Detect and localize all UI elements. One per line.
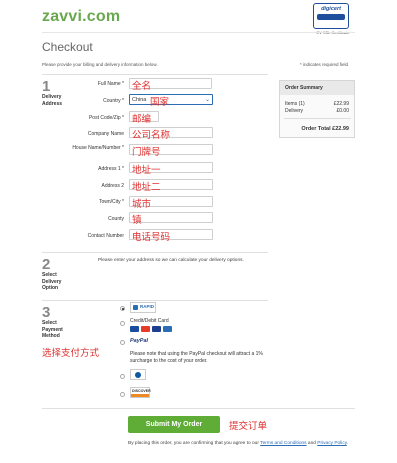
step2-label: Select Delivery Option	[42, 272, 62, 291]
step3-number: 3	[42, 304, 51, 321]
order-summary-title: Order Summary	[280, 81, 354, 95]
items-value: £22.99	[333, 101, 349, 107]
country-select[interactable]: China 国家 ⌄	[129, 94, 213, 108]
town-value: 城市	[132, 199, 152, 210]
diners-radio[interactable]	[120, 374, 125, 379]
maestro-icon	[152, 326, 161, 332]
step2-number: 2	[42, 256, 51, 273]
page-subtitle: Please provide your billing and delivery…	[42, 62, 158, 67]
address2-value: 地址二	[132, 182, 161, 193]
address1-field[interactable]: 地址一	[129, 162, 213, 176]
legal-text: By placing this order, you are confirmin…	[128, 440, 358, 447]
paypal-logo[interactable]: PayPal	[130, 338, 148, 344]
items-label: Items (1)	[285, 101, 305, 107]
order-total: Order Total £22.99	[301, 126, 349, 132]
legal-intro: By placing this order, you are confirmin…	[128, 441, 259, 446]
full-name-value: 全名	[132, 81, 152, 92]
postcode-value: 邮编	[132, 114, 152, 125]
postcode-field[interactable]: 邮编	[129, 111, 159, 125]
company-field[interactable]: 公司名称	[129, 127, 213, 141]
step2-divider	[42, 252, 268, 253]
town-label: Town/City *	[98, 199, 124, 205]
rapid-radio[interactable]	[120, 306, 125, 311]
summary-divider	[284, 118, 351, 119]
submit-order-button[interactable]: Submit My Order	[128, 416, 220, 433]
terms-link[interactable]: Terms and Conditions	[260, 441, 306, 446]
company-value: 公司名称	[132, 130, 171, 141]
contact-field[interactable]: 电话号码	[129, 229, 213, 243]
house-label: House Name/Number *	[72, 145, 124, 151]
county-field[interactable]: 镇	[129, 212, 213, 226]
postcode-label: Post Code/Zip *	[88, 115, 124, 121]
contact-value: 电话号码	[132, 232, 171, 243]
order-summary: Order Summary Items (1) £22.99 Delivery …	[279, 80, 355, 138]
rapid-logo[interactable]: RAPID	[130, 302, 156, 313]
delivery-label: Delivery	[285, 108, 304, 114]
town-field[interactable]: 城市	[129, 196, 213, 210]
paypal-radio[interactable]	[120, 340, 125, 345]
legal-and: and	[307, 441, 316, 446]
address2-field[interactable]: 地址二	[129, 179, 213, 193]
house-value: 门牌号	[132, 147, 161, 158]
legal-end: .	[346, 441, 349, 446]
house-field[interactable]: 门牌号	[129, 144, 213, 158]
county-label: County	[108, 216, 124, 222]
page-title: Checkout	[42, 40, 93, 54]
delivery-value: £0.00	[336, 108, 349, 114]
required-note: * indicates required field	[300, 62, 349, 67]
country-label: Country *	[103, 98, 124, 104]
rapid-label: RAPID	[140, 304, 155, 309]
discover-label: DISCOVER	[132, 389, 151, 393]
digicert-badge: digicert	[313, 3, 349, 29]
company-label: Company Name	[87, 131, 124, 137]
zavvi-logo[interactable]: zavvi.com	[42, 8, 120, 26]
address1-value: 地址一	[132, 165, 161, 176]
mastercard-icon	[141, 326, 150, 332]
visa-icon	[130, 326, 139, 332]
amex-icon	[163, 326, 172, 332]
payment-method-annotation: 选择支付方式	[42, 348, 100, 359]
address2-label: Address 2	[101, 183, 124, 189]
paypal-note: Please note that using the PayPal checko…	[130, 351, 263, 364]
chevron-down-icon: ⌄	[204, 97, 210, 103]
discover-radio[interactable]	[120, 392, 125, 397]
card-label: Credit/Debit Card	[130, 318, 169, 324]
digicert-secured-bar	[317, 14, 345, 20]
contact-label: Contact Number	[87, 233, 124, 239]
card-logos	[130, 326, 176, 333]
header-divider	[42, 32, 355, 33]
submit-divider	[42, 408, 355, 409]
rapid-icon	[133, 305, 138, 310]
submit-annotation: 提交订单	[229, 421, 268, 432]
step1-number: 1	[42, 78, 51, 95]
full-name-label: Full Name *	[97, 81, 124, 87]
diners-club-icon	[135, 372, 141, 378]
country-annotation: 国家	[150, 97, 170, 108]
digicert-brand: digicert	[321, 6, 341, 12]
step1-divider	[42, 74, 268, 75]
delivery-options-message: Please enter your address so we can calc…	[98, 258, 244, 263]
discover-logo[interactable]: DISCOVER	[130, 387, 151, 398]
country-value: China	[132, 97, 147, 103]
privacy-link[interactable]: Privacy Policy	[317, 441, 347, 446]
discover-stripe	[131, 394, 149, 397]
card-radio[interactable]	[120, 321, 125, 326]
step3-label: Select Payment Method	[42, 320, 63, 339]
county-value: 镇	[132, 215, 142, 226]
step3-divider	[42, 300, 268, 301]
full-name-field[interactable]: 全名	[129, 78, 212, 92]
address1-label: Address 1 *	[98, 166, 124, 172]
diners-logo[interactable]	[130, 369, 146, 380]
